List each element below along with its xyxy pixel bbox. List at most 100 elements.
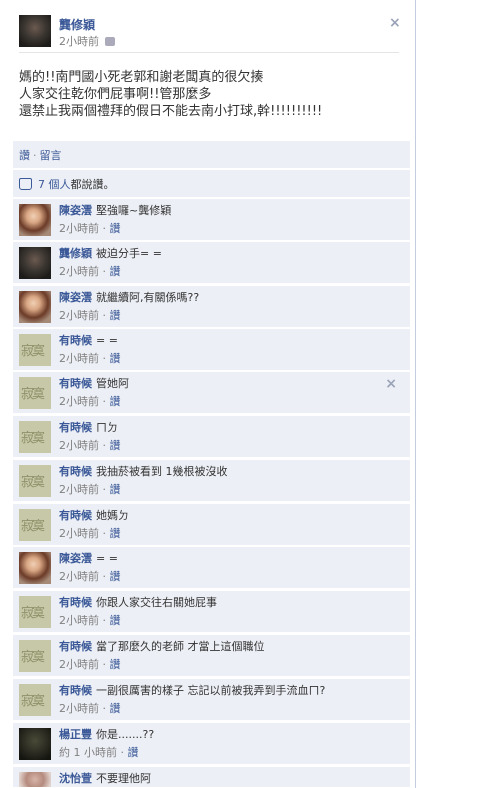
comment-text: 不要理他阿 bbox=[96, 772, 151, 785]
post-actions-bar: 讚 · 留言 bbox=[13, 141, 410, 168]
comment-like-link[interactable]: 讚 bbox=[110, 570, 121, 583]
comment-text: = = bbox=[96, 552, 118, 565]
commenter-avatar[interactable] bbox=[19, 465, 51, 497]
post-time-link[interactable]: 2小時前 bbox=[59, 35, 99, 48]
commenter-name[interactable]: 有時候 bbox=[59, 334, 92, 347]
commenter-name[interactable]: 龔修穎 bbox=[59, 247, 92, 260]
comment-like-link[interactable]: 讚 bbox=[110, 222, 121, 235]
delete-comment-icon[interactable]: × bbox=[385, 376, 397, 392]
comment-time[interactable]: 2小時前 bbox=[59, 702, 99, 715]
commenter-avatar[interactable] bbox=[19, 509, 51, 541]
comment-item: 龔修穎 被迫分手= = 2小時前 · 讚 bbox=[13, 242, 410, 283]
feed-story: 龔修穎 2小時前 × 媽的!!南門國小死老郭和謝老闆真的很欠揍 人家交往乾你們屁… bbox=[0, 0, 416, 788]
commenter-avatar[interactable] bbox=[19, 728, 51, 760]
comment-text: 我抽菸被看到 1幾根被沒收 bbox=[96, 465, 228, 478]
comment-text: 她媽ㄉ bbox=[96, 509, 129, 522]
comment-item: 有時候ㄇㄉ 2小時前 · 讚 bbox=[13, 416, 410, 457]
commenter-name[interactable]: 有時候 bbox=[59, 684, 92, 697]
comment-item: 有時候管她阿 2小時前 · 讚 × bbox=[13, 372, 410, 413]
comment-text: 被迫分手= = bbox=[96, 247, 162, 260]
likes-count-link[interactable]: 7 個人 bbox=[38, 178, 71, 191]
commenter-name[interactable]: 有時候 bbox=[59, 596, 92, 609]
comment-link[interactable]: 留言 bbox=[40, 149, 62, 162]
commenter-name[interactable]: 沈怡萱 bbox=[59, 772, 92, 785]
comment-text: 就繼續阿,有關係嗎?? bbox=[96, 291, 200, 304]
commenter-avatar[interactable] bbox=[19, 684, 51, 716]
comment-text: 堅強囉~龔修穎 bbox=[96, 204, 172, 217]
comment-time[interactable]: 2小時前 bbox=[59, 570, 99, 583]
comment-time[interactable]: 約 1 小時前 bbox=[59, 746, 117, 759]
comment-like-link[interactable]: 讚 bbox=[110, 352, 121, 365]
comment-item: 陳姿澐 堅強囉~龔修穎 2小時前 · 讚 bbox=[13, 199, 410, 240]
comment-text: 一副很厲害的樣子 忘記以前被我弄到手流血ㄇ? bbox=[96, 684, 326, 697]
comment-like-link[interactable]: 讚 bbox=[110, 265, 121, 278]
comment-time[interactable]: 2小時前 bbox=[59, 395, 99, 408]
post-timestamp: 2小時前 bbox=[59, 33, 115, 49]
commenter-avatar[interactable] bbox=[19, 552, 51, 584]
commenter-name[interactable]: 楊正豐 bbox=[59, 728, 92, 741]
author-name-link[interactable]: 龔修穎 bbox=[59, 16, 95, 33]
close-icon[interactable]: × bbox=[389, 15, 401, 31]
commenter-name[interactable]: 陳姿澐 bbox=[59, 204, 92, 217]
commenter-name[interactable]: 有時候 bbox=[59, 509, 92, 522]
thumbs-up-icon bbox=[19, 178, 32, 190]
post-header: 龔修穎 2小時前 × bbox=[19, 15, 409, 53]
comment-time[interactable]: 2小時前 bbox=[59, 439, 99, 452]
commenter-avatar[interactable] bbox=[19, 204, 51, 236]
comment-item: 有時候一副很厲害的樣子 忘記以前被我弄到手流血ㄇ? 2小時前 · 讚 bbox=[13, 679, 410, 720]
comment-text: ㄇㄉ bbox=[96, 421, 118, 434]
comment-text: 管她阿 bbox=[96, 377, 129, 390]
privacy-icon[interactable] bbox=[105, 37, 115, 46]
comment-item: 有時候我抽菸被看到 1幾根被沒收 2小時前 · 讚 bbox=[13, 460, 410, 501]
comment-time[interactable]: 2小時前 bbox=[59, 222, 99, 235]
commenter-avatar[interactable] bbox=[19, 334, 51, 366]
commenter-name[interactable]: 有時候 bbox=[59, 640, 92, 653]
comment-like-link[interactable]: 讚 bbox=[110, 527, 121, 540]
comment-time[interactable]: 2小時前 bbox=[59, 483, 99, 496]
commenter-avatar[interactable] bbox=[19, 377, 51, 409]
comment-text: = = bbox=[96, 334, 118, 347]
comment-item: 有時候你跟人家交往右關她屁事 2小時前 · 讚 bbox=[13, 591, 410, 632]
comment-like-link[interactable]: 讚 bbox=[110, 309, 121, 322]
comment-time[interactable]: 2小時前 bbox=[59, 527, 99, 540]
commenter-name[interactable]: 陳姿澐 bbox=[59, 552, 92, 565]
comment-text: 你是.......?? bbox=[96, 728, 155, 741]
comment-like-link[interactable]: 讚 bbox=[128, 746, 139, 759]
comment-time[interactable]: 2小時前 bbox=[59, 265, 99, 278]
comment-item: 陳姿澐 就繼續阿,有關係嗎?? 2小時前 · 讚 bbox=[13, 286, 410, 327]
divider bbox=[19, 52, 399, 53]
post-line: 人家交往乾你們屁事啊!!管那麼多 bbox=[19, 87, 212, 102]
comment-text: 當了那麼久的老師 才當上這個職位 bbox=[96, 640, 265, 653]
commenter-avatar[interactable] bbox=[19, 291, 51, 323]
post-line: 媽的!!南門國小死老郭和謝老闆真的很欠揍 bbox=[19, 70, 264, 85]
post-message: 媽的!!南門國小死老郭和謝老闆真的很欠揍 人家交往乾你們屁事啊!!管那麼多 還禁… bbox=[19, 69, 404, 120]
comment-like-link[interactable]: 讚 bbox=[110, 614, 121, 627]
comment-like-link[interactable]: 讚 bbox=[110, 483, 121, 496]
comment-time[interactable]: 2小時前 bbox=[59, 352, 99, 365]
comment-time[interactable]: 2小時前 bbox=[59, 309, 99, 322]
likes-summary: 7 個人都說讚。 bbox=[13, 170, 410, 197]
comment-like-link[interactable]: 讚 bbox=[110, 439, 121, 452]
comment-text: 你跟人家交往右關她屁事 bbox=[96, 596, 217, 609]
comment-item: 楊正豐 你是.......?? 約 1 小時前 · 讚 bbox=[13, 723, 410, 764]
comment-like-link[interactable]: 讚 bbox=[110, 702, 121, 715]
commenter-avatar[interactable] bbox=[19, 247, 51, 279]
comment-time[interactable]: 2小時前 bbox=[59, 658, 99, 671]
commenter-avatar[interactable] bbox=[19, 640, 51, 672]
commenter-avatar[interactable] bbox=[19, 772, 51, 787]
comment-item: 沈怡萱 不要理他阿 bbox=[13, 767, 410, 787]
commenter-avatar[interactable] bbox=[19, 421, 51, 453]
commenter-name[interactable]: 有時候 bbox=[59, 377, 92, 390]
separator: · bbox=[33, 149, 37, 162]
commenter-name[interactable]: 有時候 bbox=[59, 421, 92, 434]
author-avatar[interactable] bbox=[19, 15, 51, 47]
commenter-name[interactable]: 陳姿澐 bbox=[59, 291, 92, 304]
post-line: 還禁止我兩個禮拜的假日不能去南小打球,幹!!!!!!!!!! bbox=[19, 104, 323, 119]
comment-item: 有時候她媽ㄉ 2小時前 · 讚 bbox=[13, 504, 410, 545]
comment-like-link[interactable]: 讚 bbox=[110, 658, 121, 671]
commenter-avatar[interactable] bbox=[19, 596, 51, 628]
comment-time[interactable]: 2小時前 bbox=[59, 614, 99, 627]
comment-like-link[interactable]: 讚 bbox=[110, 395, 121, 408]
commenter-name[interactable]: 有時候 bbox=[59, 465, 92, 478]
like-link[interactable]: 讚 bbox=[19, 149, 30, 162]
